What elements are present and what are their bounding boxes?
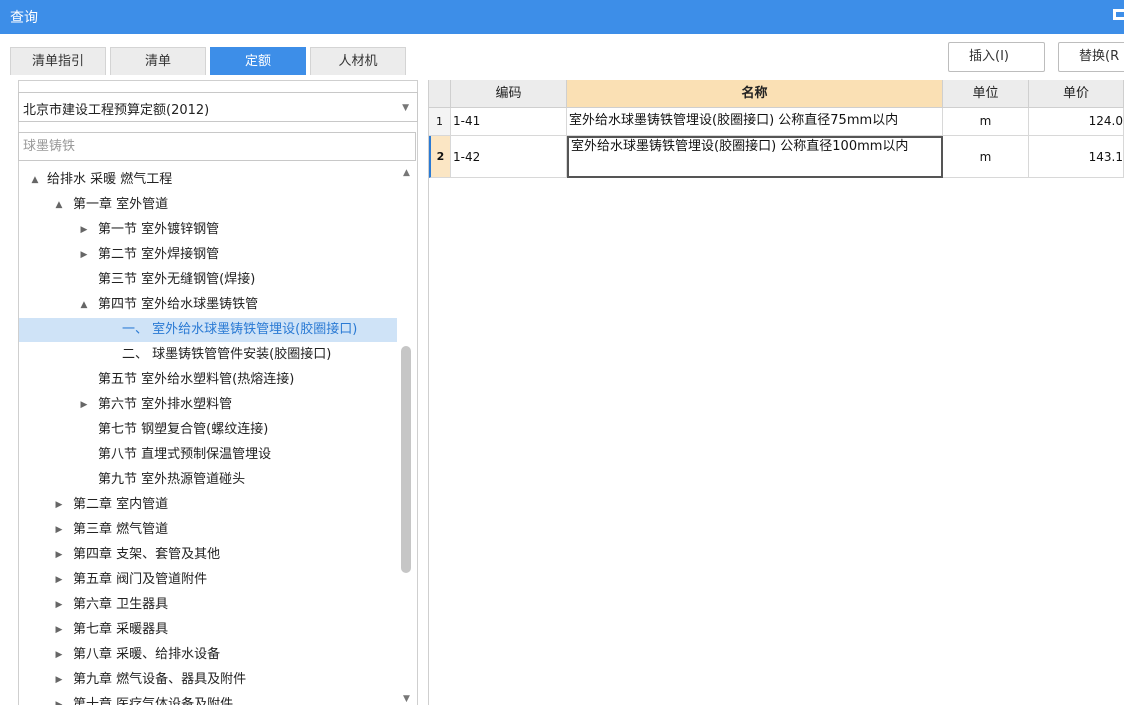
cell-code[interactable]: 1-42 [451, 136, 567, 178]
tree-item-label: 一、 室外给水球墨铸铁管埋设(胶圈接口) [122, 322, 358, 337]
expand-icon[interactable]: ▶ [53, 493, 65, 517]
tree-item[interactable]: ▶ 第七章 采暖器具 [19, 618, 397, 642]
tree-item[interactable]: 第五节 室外给水塑料管(热熔连接) [19, 368, 397, 392]
cell-price[interactable]: 143.1 [1029, 136, 1124, 178]
tree-item-label: 第六节 室外排水塑料管 [98, 397, 233, 412]
quota-library-value: 北京市建设工程预算定额(2012) [23, 103, 210, 118]
cell-code[interactable]: 1-41 [451, 108, 567, 136]
insert-button[interactable]: 插入(I) [948, 42, 1045, 72]
tab-labor-material-machine[interactable]: 人材机 [310, 47, 406, 75]
tree-item[interactable]: ▲ 第一章 室外管道 [19, 193, 397, 217]
quota-tree: ▲ 给排水 采暖 燃气工程 ▲ 第一章 室外管道 ▶ 第一节 室外镀锌钢管 ▶ … [19, 168, 397, 705]
tab-quota[interactable]: 定额 [210, 47, 306, 75]
row-number-header [429, 80, 451, 108]
tree-item-label: 第二章 室内管道 [73, 497, 169, 512]
tree-item-label: 第九节 室外热源管道碰头 [98, 472, 246, 487]
tree-scrollbar[interactable]: ▲ ▼ [398, 168, 416, 705]
quota-library-select[interactable]: 北京市建设工程预算定额(2012) ▼ [18, 92, 418, 122]
tree-item[interactable]: ▶ 第五章 阀门及管道附件 [19, 568, 397, 592]
tree-item-selected[interactable]: 一、 室外给水球墨铸铁管埋设(胶圈接口) [19, 318, 397, 342]
collapse-icon[interactable]: ▲ [29, 168, 41, 192]
tree-item[interactable]: 第八节 直埋式预制保温管埋设 [19, 443, 397, 467]
tree-item[interactable]: ▶ 第三章 燃气管道 [19, 518, 397, 542]
tree-item-label: 第二节 室外焊接钢管 [98, 247, 220, 262]
tree-item[interactable]: ▲ 给排水 采暖 燃气工程 [19, 168, 397, 192]
tree-item[interactable]: ▶ 第六节 室外排水塑料管 [19, 393, 397, 417]
scrollbar-thumb[interactable] [401, 346, 411, 573]
expand-icon[interactable]: ▶ [53, 568, 65, 592]
restore-window-icon[interactable] [1113, 9, 1124, 20]
search-input[interactable] [18, 132, 416, 161]
tree-item[interactable]: 第三节 室外无缝钢管(焊接) [19, 268, 397, 292]
expand-icon[interactable]: ▶ [78, 243, 90, 267]
tree-item[interactable]: ▶ 第十章 医疗气体设备及附件 [19, 693, 397, 705]
tree-item-label: 第五节 室外给水塑料管(热熔连接) [98, 372, 295, 387]
tree-item[interactable]: ▶ 第八章 采暖、给排水设备 [19, 643, 397, 667]
tree-item[interactable]: ▲ 第四节 室外给水球墨铸铁管 [19, 293, 397, 317]
collapse-icon[interactable]: ▲ [78, 293, 90, 317]
tree-item-label: 第八节 直埋式预制保温管埋设 [98, 447, 272, 462]
expand-icon[interactable]: ▶ [53, 693, 65, 705]
tree-item[interactable]: 第七节 钢塑复合管(螺纹连接) [19, 418, 397, 442]
tree-item-label: 第十章 医疗气体设备及附件 [73, 697, 234, 705]
tab-bill-guide[interactable]: 清单指引 [10, 47, 106, 75]
tree-item[interactable]: 第九节 室外热源管道碰头 [19, 468, 397, 492]
expand-icon[interactable]: ▶ [53, 593, 65, 617]
tree-item-label: 第五章 阀门及管道附件 [73, 572, 208, 587]
row-number[interactable]: 2 [429, 136, 451, 178]
tree-item[interactable]: 二、 球墨铸铁管管件安装(胶圈接口) [19, 343, 397, 367]
column-header-price[interactable]: 单价 [1029, 80, 1124, 108]
tree-item-label: 第九章 燃气设备、器具及附件 [73, 672, 247, 687]
tree-item-label: 第四章 支架、套管及其他 [73, 547, 221, 562]
expand-icon[interactable]: ▶ [78, 218, 90, 242]
tree-item[interactable]: ▶ 第六章 卫生器具 [19, 593, 397, 617]
cell-unit[interactable]: m [943, 136, 1029, 178]
expand-icon[interactable]: ▶ [53, 518, 65, 542]
tree-item-label: 第三章 燃气管道 [73, 522, 169, 537]
chevron-down-icon: ▼ [402, 103, 409, 113]
title-bar: 查询 [0, 0, 1124, 34]
tree-item-label: 第七章 采暖器具 [73, 622, 169, 637]
scroll-down-icon[interactable]: ▼ [403, 694, 410, 704]
expand-icon[interactable]: ▶ [78, 393, 90, 417]
tree-item-label: 二、 球墨铸铁管管件安装(胶圈接口) [122, 347, 332, 362]
tree-item-label: 第六章 卫生器具 [73, 597, 169, 612]
tree-item-label: 第一节 室外镀锌钢管 [98, 222, 220, 237]
expand-icon[interactable]: ▶ [53, 668, 65, 692]
tree-item-label: 第一章 室外管道 [73, 197, 169, 212]
tree-item[interactable]: ▶ 第九章 燃气设备、器具及附件 [19, 668, 397, 692]
tree-item[interactable]: ▶ 第二节 室外焊接钢管 [19, 243, 397, 267]
cell-name[interactable]: 室外给水球墨铸铁管埋设(胶圈接口) 公称直径75mm以内 [567, 108, 943, 136]
tab-bill[interactable]: 清单 [110, 47, 206, 75]
replace-button[interactable]: 替换(R [1058, 42, 1124, 72]
quota-table: 编码 名称 单位 单价 1 1-41 室外给水球墨铸铁管埋设(胶圈接口) 公称直… [429, 80, 1124, 705]
column-header-name[interactable]: 名称 [567, 80, 943, 108]
column-header-code[interactable]: 编码 [451, 80, 567, 108]
collapse-icon[interactable]: ▲ [53, 193, 65, 217]
tree-item-label: 给排水 采暖 燃气工程 [47, 172, 173, 187]
cell-name[interactable]: 室外给水球墨铸铁管埋设(胶圈接口) 公称直径100mm以内 [567, 136, 943, 178]
tree-item[interactable]: ▶ 第一节 室外镀锌钢管 [19, 218, 397, 242]
tree-item[interactable]: ▶ 第二章 室内管道 [19, 493, 397, 517]
cell-unit[interactable]: m [943, 108, 1029, 136]
window-title: 查询 [10, 10, 38, 26]
tree-item-label: 第四节 室外给水球墨铸铁管 [98, 297, 259, 312]
column-header-unit[interactable]: 单位 [943, 80, 1029, 108]
tree-item-label: 第三节 室外无缝钢管(焊接) [98, 272, 256, 287]
cell-price[interactable]: 124.0 [1029, 108, 1124, 136]
tree-item[interactable]: ▶ 第四章 支架、套管及其他 [19, 543, 397, 567]
row-number[interactable]: 1 [429, 108, 451, 136]
expand-icon[interactable]: ▶ [53, 643, 65, 667]
expand-icon[interactable]: ▶ [53, 543, 65, 567]
scroll-up-icon[interactable]: ▲ [403, 168, 410, 178]
expand-icon[interactable]: ▶ [53, 618, 65, 642]
tree-item-label: 第八章 采暖、给排水设备 [73, 647, 221, 662]
tree-item-label: 第七节 钢塑复合管(螺纹连接) [98, 422, 269, 437]
